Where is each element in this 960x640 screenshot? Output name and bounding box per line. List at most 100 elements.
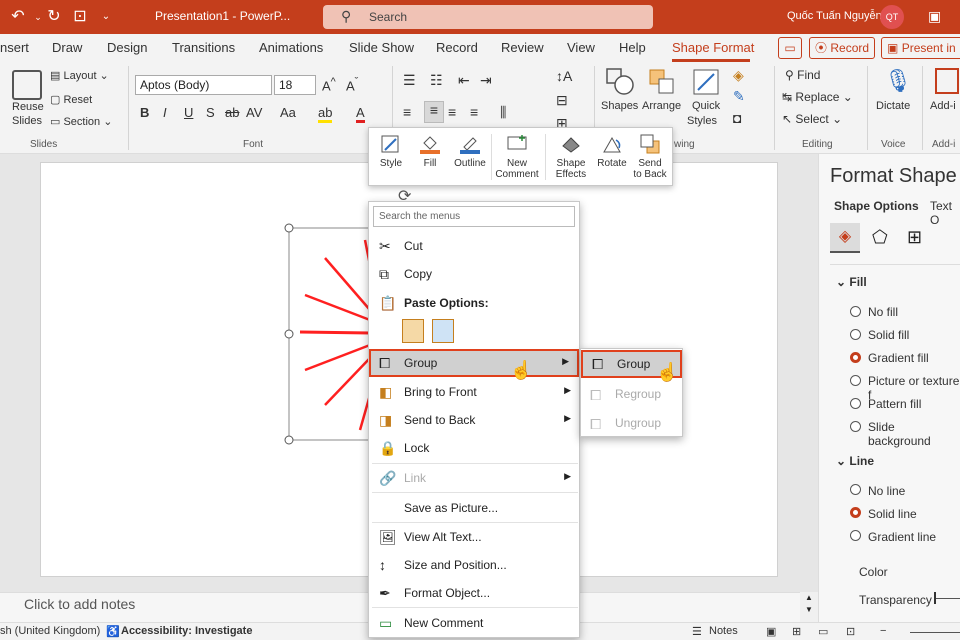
undo-icon[interactable]: ↶ (8, 7, 28, 27)
highlight-button[interactable]: ab (318, 105, 333, 123)
align-left-icon[interactable]: ≡ (403, 104, 411, 120)
tab-review[interactable]: Review (501, 40, 544, 55)
find-button[interactable]: ⚲ Find (785, 68, 820, 82)
change-case-button[interactable]: Aa (280, 105, 296, 120)
label-slide-background[interactable]: Slide background (868, 420, 960, 448)
reset-button[interactable]: ▢ Reset (50, 93, 92, 106)
reuse-slides-icon[interactable] (12, 70, 42, 100)
menu-item-size-position[interactable]: ↕ Size and Position... (369, 551, 579, 579)
text-direction-icon[interactable]: ↕A (556, 68, 572, 84)
label-gradient-fill[interactable]: Gradient fill (868, 351, 929, 365)
vertical-scrollbar[interactable]: ▲ ▼ (800, 592, 818, 622)
scroll-down-icon[interactable]: ▼ (800, 604, 818, 616)
paste-picture-icon[interactable] (432, 319, 454, 343)
label-solid-fill[interactable]: Solid fill (868, 328, 909, 342)
shape-effects-button[interactable]: Shape Effects (551, 134, 591, 180)
ribbon-display-icon[interactable]: ▣ (928, 8, 941, 25)
resize-handle[interactable] (284, 223, 294, 233)
resize-handle[interactable] (284, 435, 294, 445)
character-spacing-button[interactable]: AV (246, 105, 262, 120)
tab-text-options[interactable]: Text O (930, 199, 960, 227)
tab-design[interactable]: Design (107, 40, 147, 55)
arrange-icon[interactable] (648, 68, 676, 96)
notes-placeholder[interactable]: Click to add notes (24, 596, 135, 612)
tab-animations[interactable]: Animations (259, 40, 323, 55)
label-no-line[interactable]: No line (868, 484, 905, 498)
microphone-icon[interactable]: 🎙 (884, 68, 912, 94)
new-comment-button[interactable]: New Comment (495, 134, 539, 180)
bullets-icon[interactable]: ☰ (403, 72, 416, 89)
increase-indent-icon[interactable]: ⇥ (480, 72, 492, 89)
transparency-slider-thumb[interactable] (934, 592, 936, 604)
menu-item-copy[interactable]: ⧉ Copy (369, 260, 579, 288)
present-button[interactable]: ▣ Present in (881, 37, 960, 59)
label-solid-line[interactable]: Solid line (868, 507, 917, 521)
italic-button[interactable]: I (163, 105, 167, 120)
menu-item-group[interactable]: ⧠ Group ▶ (369, 349, 579, 377)
numbering-icon[interactable]: ☷ (430, 72, 443, 89)
size-properties-icon[interactable]: ⊞ (907, 227, 922, 248)
redo-icon[interactable]: ↻ (44, 7, 64, 27)
normal-view-icon[interactable]: ▣ (766, 625, 776, 638)
radio-gradient-fill[interactable] (850, 352, 861, 363)
reuse-slides-label-1[interactable]: Reuse (12, 101, 44, 113)
style-button[interactable]: Style (377, 134, 405, 169)
underline-button[interactable]: U (184, 105, 193, 120)
comments-button[interactable]: ▭ (778, 37, 802, 59)
add-ins-label[interactable]: Add-i (930, 100, 956, 112)
language-status[interactable]: sh (United Kingdom) (0, 625, 100, 637)
effects-pentagon-icon[interactable]: ⬠ (872, 227, 888, 248)
select-button[interactable]: ↖ Select ⌄ (782, 112, 842, 126)
search-box[interactable]: ⚲ Search (323, 5, 653, 29)
shapes-icon[interactable] (606, 68, 634, 96)
outline-button[interactable]: Outline (453, 134, 487, 169)
shadow-button[interactable]: S (206, 105, 215, 120)
present-from-start-icon[interactable]: ⊡ (70, 7, 90, 27)
tab-slide-show[interactable]: Slide Show (349, 40, 414, 55)
fit-slide-icon[interactable]: − (880, 625, 886, 637)
label-gradient-line[interactable]: Gradient line (868, 530, 936, 544)
tab-view[interactable]: View (567, 40, 595, 55)
customize-toolbar-icon[interactable]: ⌄ (96, 7, 116, 27)
decrease-font-icon[interactable]: Aˇ (346, 76, 358, 93)
dictate-label[interactable]: Dictate (876, 100, 910, 112)
section-button[interactable]: ▭ Section ⌄ (50, 115, 112, 128)
menu-item-bring-to-front[interactable]: ◧ Bring to Front ▶ (369, 378, 579, 406)
menu-item-send-to-back[interactable]: ◨ Send to Back ▶ (369, 406, 579, 434)
slide-sorter-icon[interactable]: ⊞ (792, 625, 801, 638)
justify-icon[interactable]: ≡ (470, 104, 478, 120)
shape-outline-icon[interactable]: ✎ (733, 88, 745, 105)
radio-picture-fill[interactable] (850, 375, 861, 386)
replace-button[interactable]: ↹ Replace ⌄ (782, 90, 853, 104)
tab-draw[interactable]: Draw (52, 40, 82, 55)
rotate-button[interactable]: Rotate (595, 134, 629, 169)
menu-item-save-as-picture[interactable]: Save as Picture... (369, 494, 579, 522)
menu-search-input[interactable]: Search the menus (373, 206, 575, 227)
radio-no-fill[interactable] (850, 306, 861, 317)
reuse-slides-label-2[interactable]: Slides (12, 115, 42, 127)
tab-record[interactable]: Record (436, 40, 478, 55)
fill-section-header[interactable]: ⌄ Fill (836, 275, 867, 289)
tab-transitions[interactable]: Transitions (172, 40, 235, 55)
menu-item-cut[interactable]: ✂ Cut (369, 232, 579, 260)
quick-styles-icon[interactable] (692, 68, 720, 96)
tab-shape-options[interactable]: Shape Options (834, 199, 919, 213)
fill-line-tab[interactable]: ◈ (830, 223, 860, 253)
send-to-back-button[interactable]: Send to Back (633, 134, 667, 180)
increase-font-icon[interactable]: A^ (322, 76, 336, 93)
tab-help[interactable]: Help (619, 40, 646, 55)
menu-item-view-alt-text[interactable]: 🖼 View Alt Text... (369, 523, 579, 551)
radio-slide-background[interactable] (850, 421, 861, 432)
radio-solid-line[interactable] (850, 507, 861, 518)
add-ins-icon[interactable] (935, 68, 959, 94)
strikethrough-button[interactable]: ab (225, 105, 239, 120)
columns-icon[interactable]: ⫼ (500, 104, 506, 121)
arrange-label[interactable]: Arrange (642, 100, 681, 112)
notes-toggle-label[interactable]: Notes (709, 625, 738, 637)
font-color-button[interactable]: A (356, 105, 365, 123)
accessibility-icon[interactable]: ♿ (106, 625, 120, 638)
layout-button[interactable]: ▤ Layout ⌄ (50, 69, 109, 82)
paste-use-destination-icon[interactable] (402, 319, 424, 343)
font-name-select[interactable]: Aptos (Body) (135, 75, 272, 95)
menu-item-lock[interactable]: 🔒 Lock (369, 434, 579, 462)
